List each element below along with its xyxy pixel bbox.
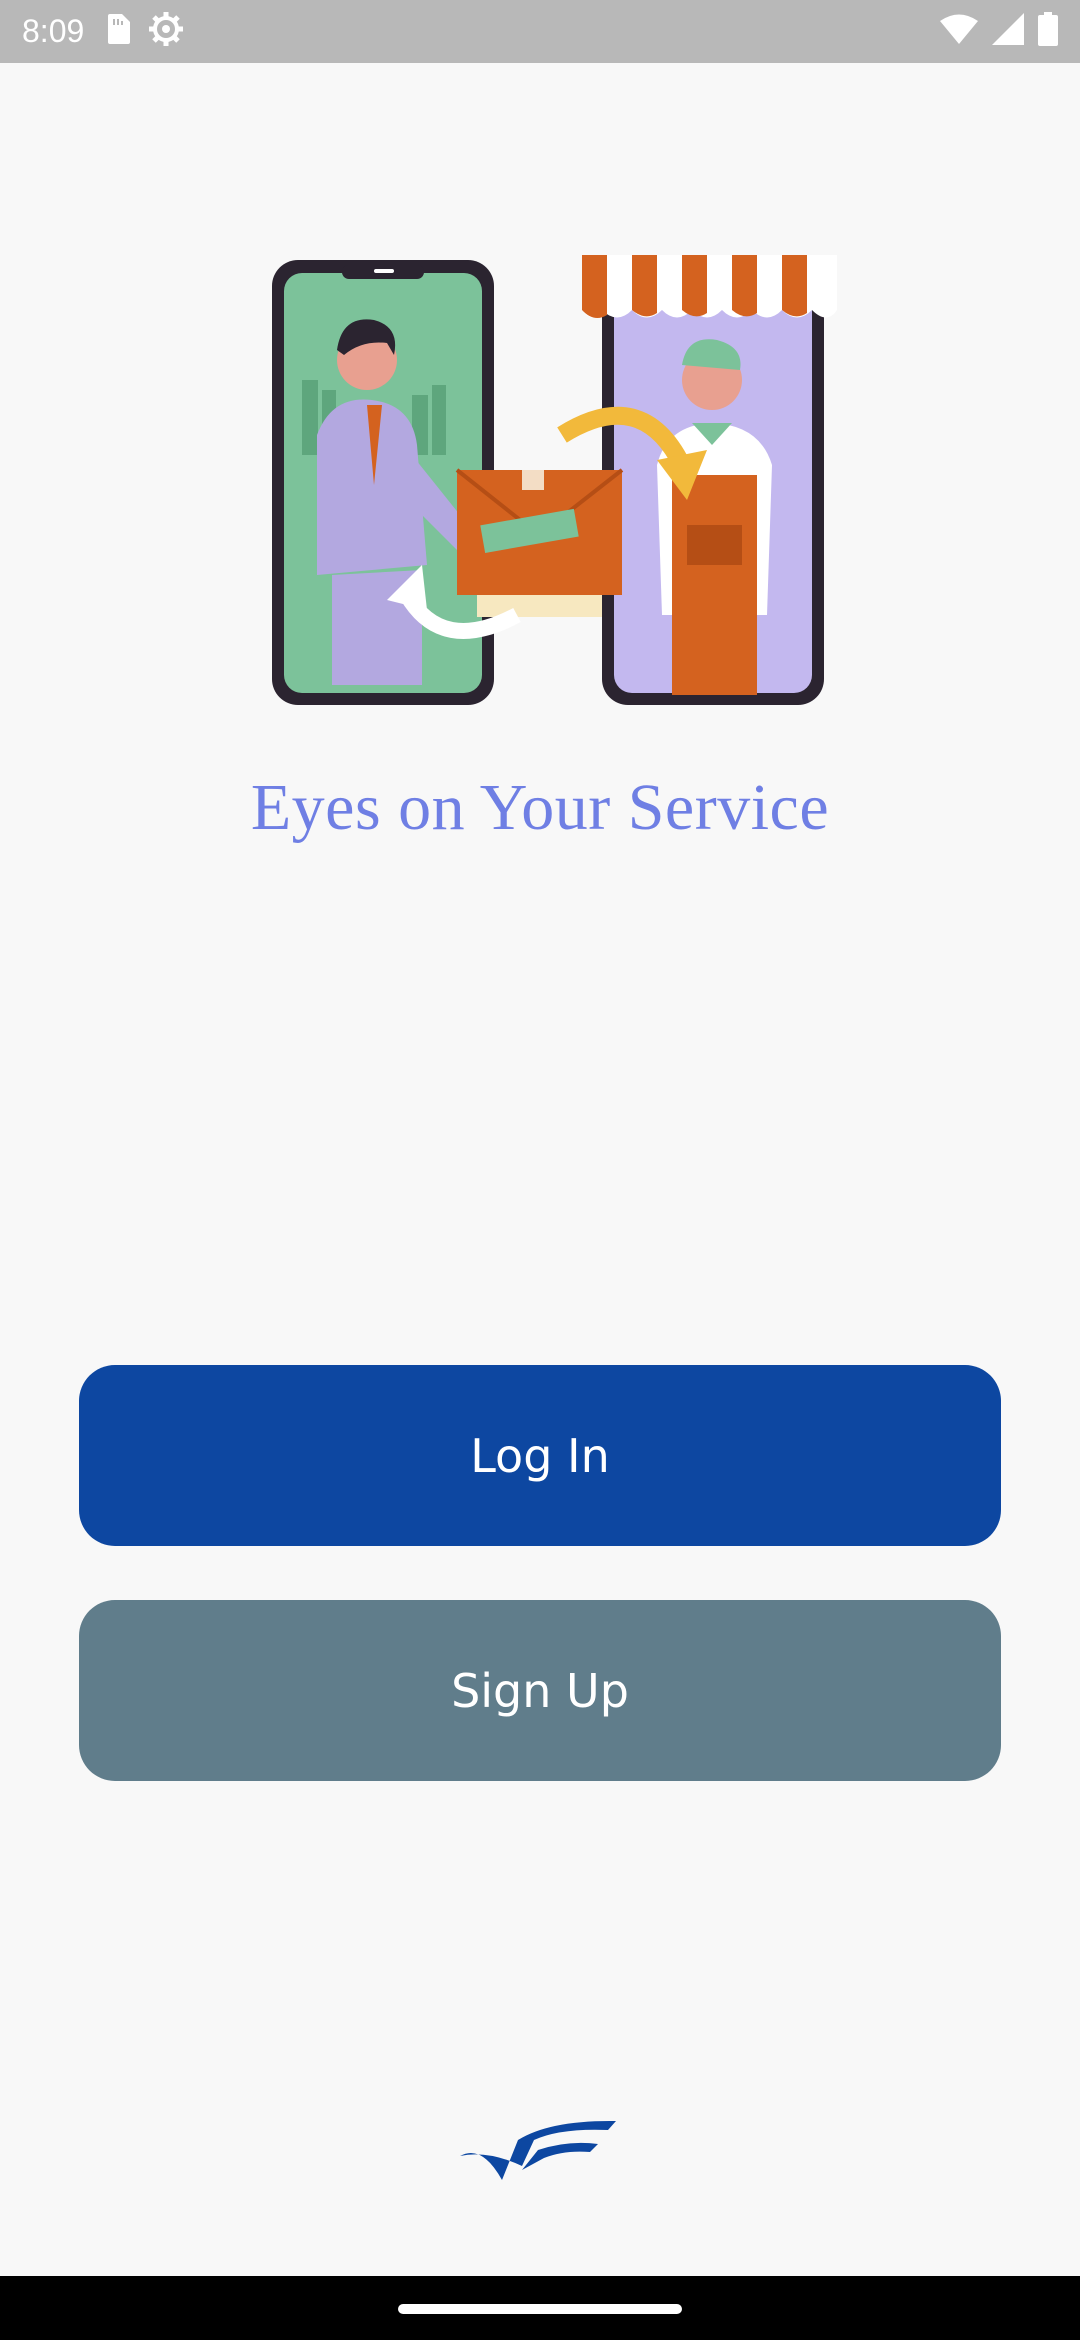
settings-gear-icon bbox=[148, 11, 184, 52]
cell-signal-icon bbox=[992, 13, 1024, 50]
tagline: Eyes on Your Service bbox=[250, 771, 830, 844]
hero-illustration bbox=[262, 255, 837, 710]
battery-icon bbox=[1038, 12, 1058, 51]
login-button[interactable]: Log In bbox=[79, 1365, 1001, 1546]
status-time: 8:09 bbox=[22, 13, 85, 49]
status-bar: 8:09 bbox=[0, 0, 1080, 63]
signup-button[interactable]: Sign Up bbox=[79, 1600, 1001, 1781]
sim-card-icon bbox=[106, 14, 131, 49]
brand-logo bbox=[460, 2118, 620, 2198]
welcome-screen: 8:09 Eyes on Your Service Log In Sign Up bbox=[0, 0, 1080, 2340]
wifi-icon bbox=[940, 14, 978, 49]
navigation-bar bbox=[0, 2276, 1080, 2340]
home-gesture-handle[interactable] bbox=[398, 2304, 682, 2314]
